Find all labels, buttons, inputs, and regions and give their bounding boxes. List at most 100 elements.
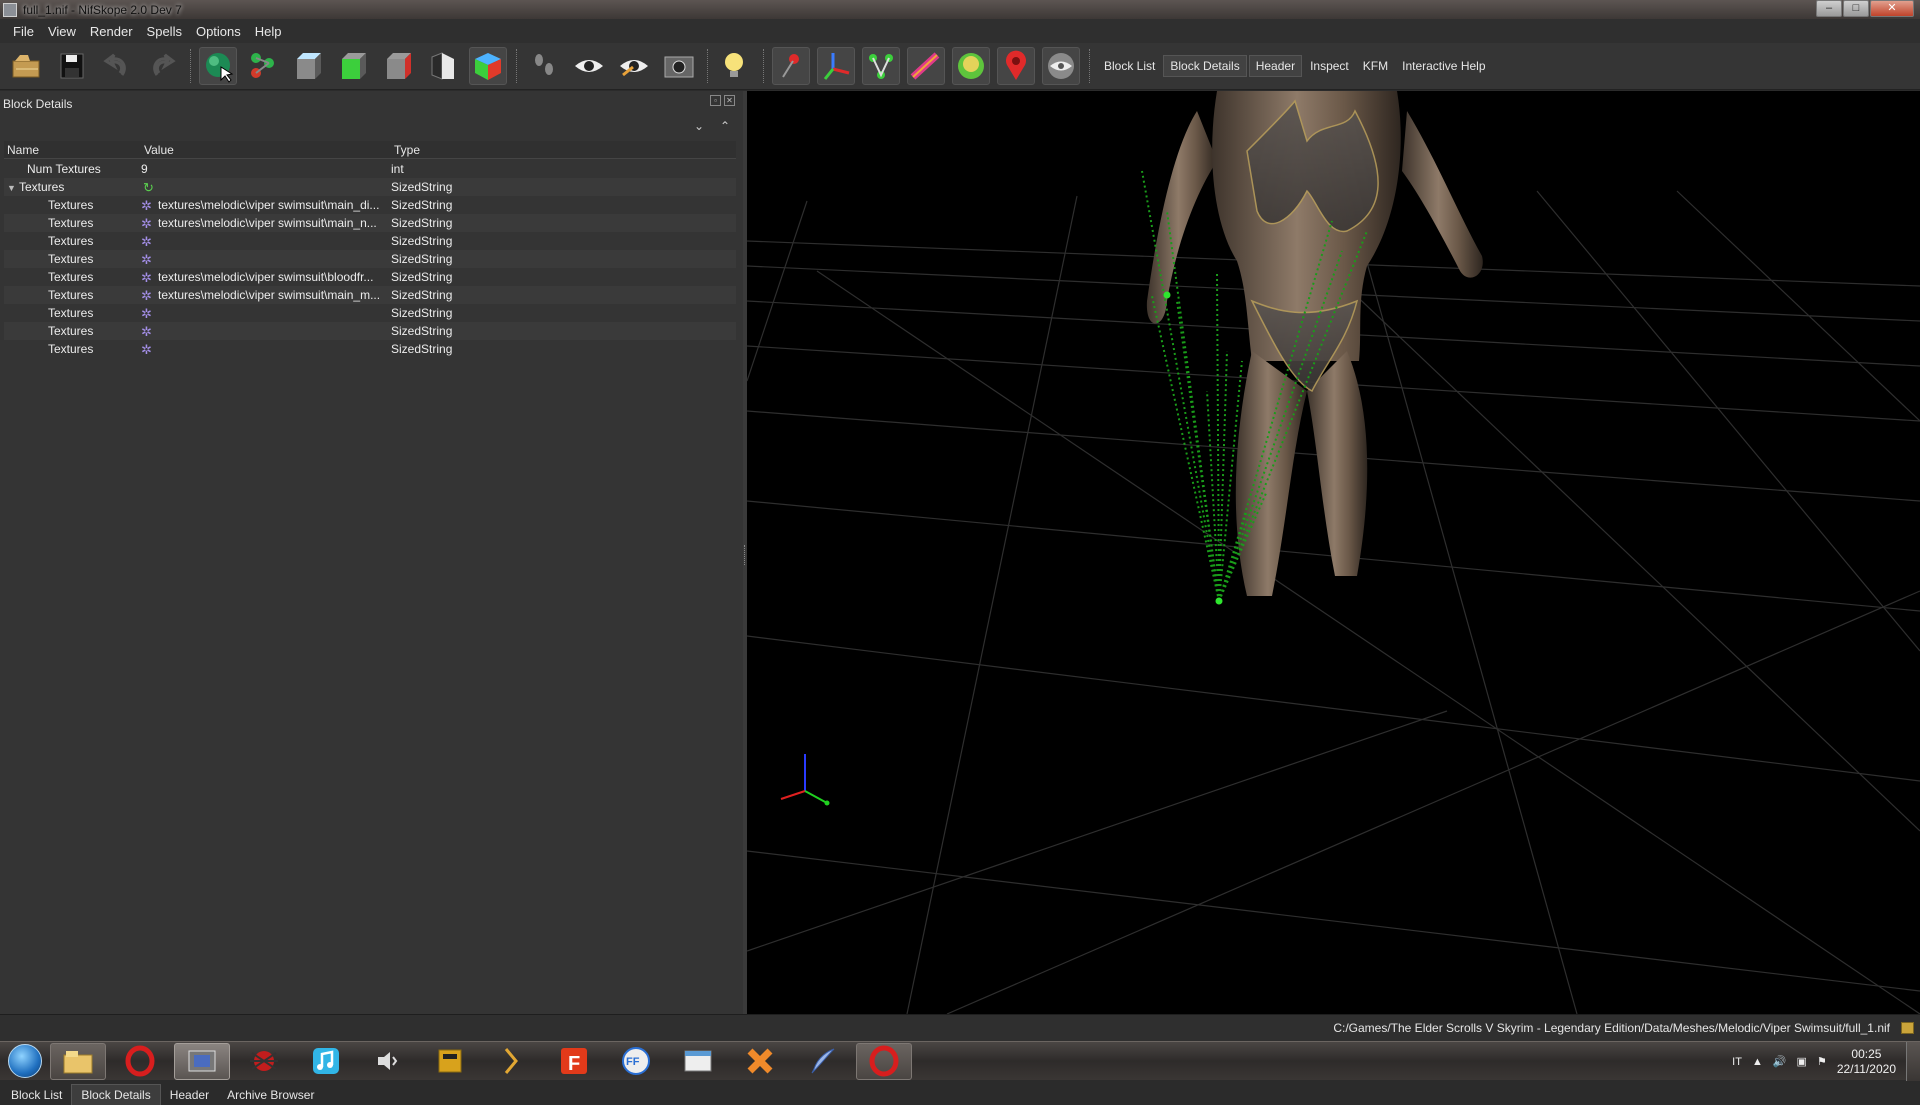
menu-spells[interactable]: Spells	[140, 24, 189, 39]
f-app-icon[interactable]: F	[546, 1043, 602, 1080]
table-row[interactable]: Textures ✲ SizedString	[4, 232, 736, 250]
language-indicator[interactable]: IT	[1732, 1056, 1742, 1068]
show-desktop-button[interactable]	[1906, 1042, 1920, 1081]
axes-icon[interactable]	[817, 47, 855, 85]
table-row[interactable]: Textures ✲ textures\melodic\viper swimsuit…	[4, 268, 736, 286]
table-row[interactable]: Textures ✲ textures\melodic\viper swimsuit…	[4, 214, 736, 232]
network-icon[interactable]: ▣	[1797, 1055, 1807, 1068]
expand-arrow-icon[interactable]: ▼	[7, 183, 19, 193]
footsteps-icon[interactable]	[525, 47, 563, 85]
tab-block-details[interactable]: Block Details	[1163, 55, 1247, 77]
tray-expand-icon[interactable]: ▲	[1752, 1056, 1763, 1068]
bottom-tab-block-list[interactable]: Block List	[2, 1085, 71, 1105]
bottom-tab-header[interactable]: Header	[161, 1085, 218, 1105]
view-user-icon[interactable]	[469, 47, 507, 85]
splitter-grip[interactable]	[744, 545, 746, 565]
row-value[interactable]: ✲ textures\melodic\viper swimsuit\main_di…	[141, 198, 391, 212]
ffdec-icon[interactable]: FF	[608, 1043, 664, 1080]
close-button[interactable]: ✕	[1870, 0, 1914, 17]
maximize-button[interactable]: □	[1843, 0, 1869, 17]
select-bones-icon[interactable]	[244, 47, 282, 85]
volume-icon[interactable]: 🔊	[1773, 1055, 1787, 1068]
column-header-type[interactable]: Type	[391, 143, 591, 157]
table-row[interactable]: Num Textures 9 int	[4, 160, 736, 178]
orange-x-icon[interactable]	[732, 1043, 788, 1080]
row-value[interactable]: ✲	[141, 343, 391, 356]
column-header-value[interactable]: Value	[141, 143, 391, 157]
screenshot-icon[interactable]	[660, 47, 698, 85]
clock[interactable]: 00:25 22/11/2020	[1837, 1047, 1896, 1077]
explorer-icon[interactable]	[50, 1042, 106, 1080]
table-row[interactable]: Textures ✲ SizedString	[4, 322, 736, 340]
table-row[interactable]: ▼ Textures ↻ SizedString	[4, 178, 736, 196]
visibility-icon[interactable]	[1042, 47, 1080, 85]
folder-icon[interactable]	[1901, 1022, 1914, 1034]
row-value[interactable]: ✲	[141, 325, 391, 338]
chevron-up-icon[interactable]: ⌃	[720, 119, 730, 133]
opera-running-icon[interactable]	[856, 1042, 912, 1080]
clock-time: 00:25	[1851, 1046, 1882, 1061]
open-icon[interactable]	[8, 47, 46, 85]
row-value[interactable]: ✲	[141, 235, 391, 248]
pin-icon[interactable]	[772, 47, 810, 85]
show-eye-icon[interactable]	[570, 47, 608, 85]
redo-icon[interactable]	[143, 47, 181, 85]
light-icon[interactable]	[716, 47, 754, 85]
chevron-down-icon[interactable]: ⌄	[694, 119, 704, 133]
row-value[interactable]: ✲ textures\melodic\viper swimsuit\bloodfr…	[141, 270, 391, 284]
menu-view[interactable]: View	[41, 24, 83, 39]
spider-icon[interactable]	[236, 1043, 292, 1080]
feather-icon[interactable]	[794, 1043, 850, 1080]
bottom-tab-block-details[interactable]: Block Details	[71, 1084, 161, 1105]
row-value[interactable]: ✲	[141, 307, 391, 320]
hide-markers-icon[interactable]	[997, 47, 1035, 85]
row-value[interactable]: ↻	[141, 181, 391, 194]
tab-interactive-help[interactable]: Interactive Help	[1396, 56, 1491, 76]
svg-text:FF: FF	[626, 1056, 640, 1068]
calculator-icon[interactable]	[422, 1043, 478, 1080]
constraints-icon[interactable]	[907, 47, 945, 85]
undo-icon[interactable]	[98, 47, 136, 85]
close-panel-button[interactable]: ✕	[724, 95, 735, 106]
show-hidden-icon[interactable]	[615, 47, 653, 85]
table-row[interactable]: Textures ✲ SizedString	[4, 340, 736, 358]
menu-file[interactable]: File	[6, 24, 41, 39]
column-header-name[interactable]: Name	[4, 143, 141, 157]
row-value[interactable]: ✲ textures\melodic\viper swimsuit\main_m.…	[141, 288, 391, 302]
save-icon[interactable]	[53, 47, 91, 85]
music-icon[interactable]	[298, 1043, 354, 1080]
opera-icon[interactable]	[112, 1043, 168, 1080]
view-side-icon[interactable]	[379, 47, 417, 85]
table-row[interactable]: Textures ✲ SizedString	[4, 250, 736, 268]
view-walk-icon[interactable]	[424, 47, 462, 85]
view-top-icon[interactable]	[289, 47, 327, 85]
refresh-icon[interactable]: ↻	[143, 181, 156, 194]
tab-block-list[interactable]: Block List	[1098, 56, 1161, 76]
speaker-icon[interactable]	[360, 1043, 416, 1080]
markers-icon[interactable]	[952, 47, 990, 85]
float-panel-button[interactable]: ▫	[710, 95, 721, 106]
table-row[interactable]: Textures ✲ SizedString	[4, 304, 736, 322]
menu-options[interactable]: Options	[189, 24, 248, 39]
3d-viewport[interactable]	[747, 91, 1920, 1014]
row-value[interactable]: ✲	[141, 253, 391, 266]
action-center-flag-icon[interactable]: ⚑	[1817, 1055, 1827, 1068]
tab-header[interactable]: Header	[1248, 55, 1303, 77]
minimize-button[interactable]: –	[1816, 0, 1842, 17]
row-value[interactable]: ✲ textures\melodic\viper swimsuit\main_n.…	[141, 216, 391, 230]
select-icon[interactable]	[199, 47, 237, 85]
tab-kfm[interactable]: KFM	[1357, 56, 1394, 76]
tab-inspect[interactable]: Inspect	[1304, 56, 1355, 76]
row-value[interactable]: 9	[141, 162, 391, 176]
table-row[interactable]: Textures ✲ textures\melodic\viper swimsuit…	[4, 286, 736, 304]
view-front-icon[interactable]	[334, 47, 372, 85]
table-row[interactable]: Textures ✲ textures\melodic\viper swimsuit…	[4, 196, 736, 214]
start-button[interactable]	[0, 1042, 50, 1081]
bottom-tab-archive-browser[interactable]: Archive Browser	[218, 1085, 323, 1105]
media-center-icon[interactable]	[174, 1042, 230, 1080]
nodes-icon[interactable]	[862, 47, 900, 85]
arrow-icon[interactable]	[484, 1043, 540, 1080]
window-icon[interactable]	[670, 1043, 726, 1080]
menu-help[interactable]: Help	[248, 24, 289, 39]
menu-render[interactable]: Render	[83, 24, 140, 39]
